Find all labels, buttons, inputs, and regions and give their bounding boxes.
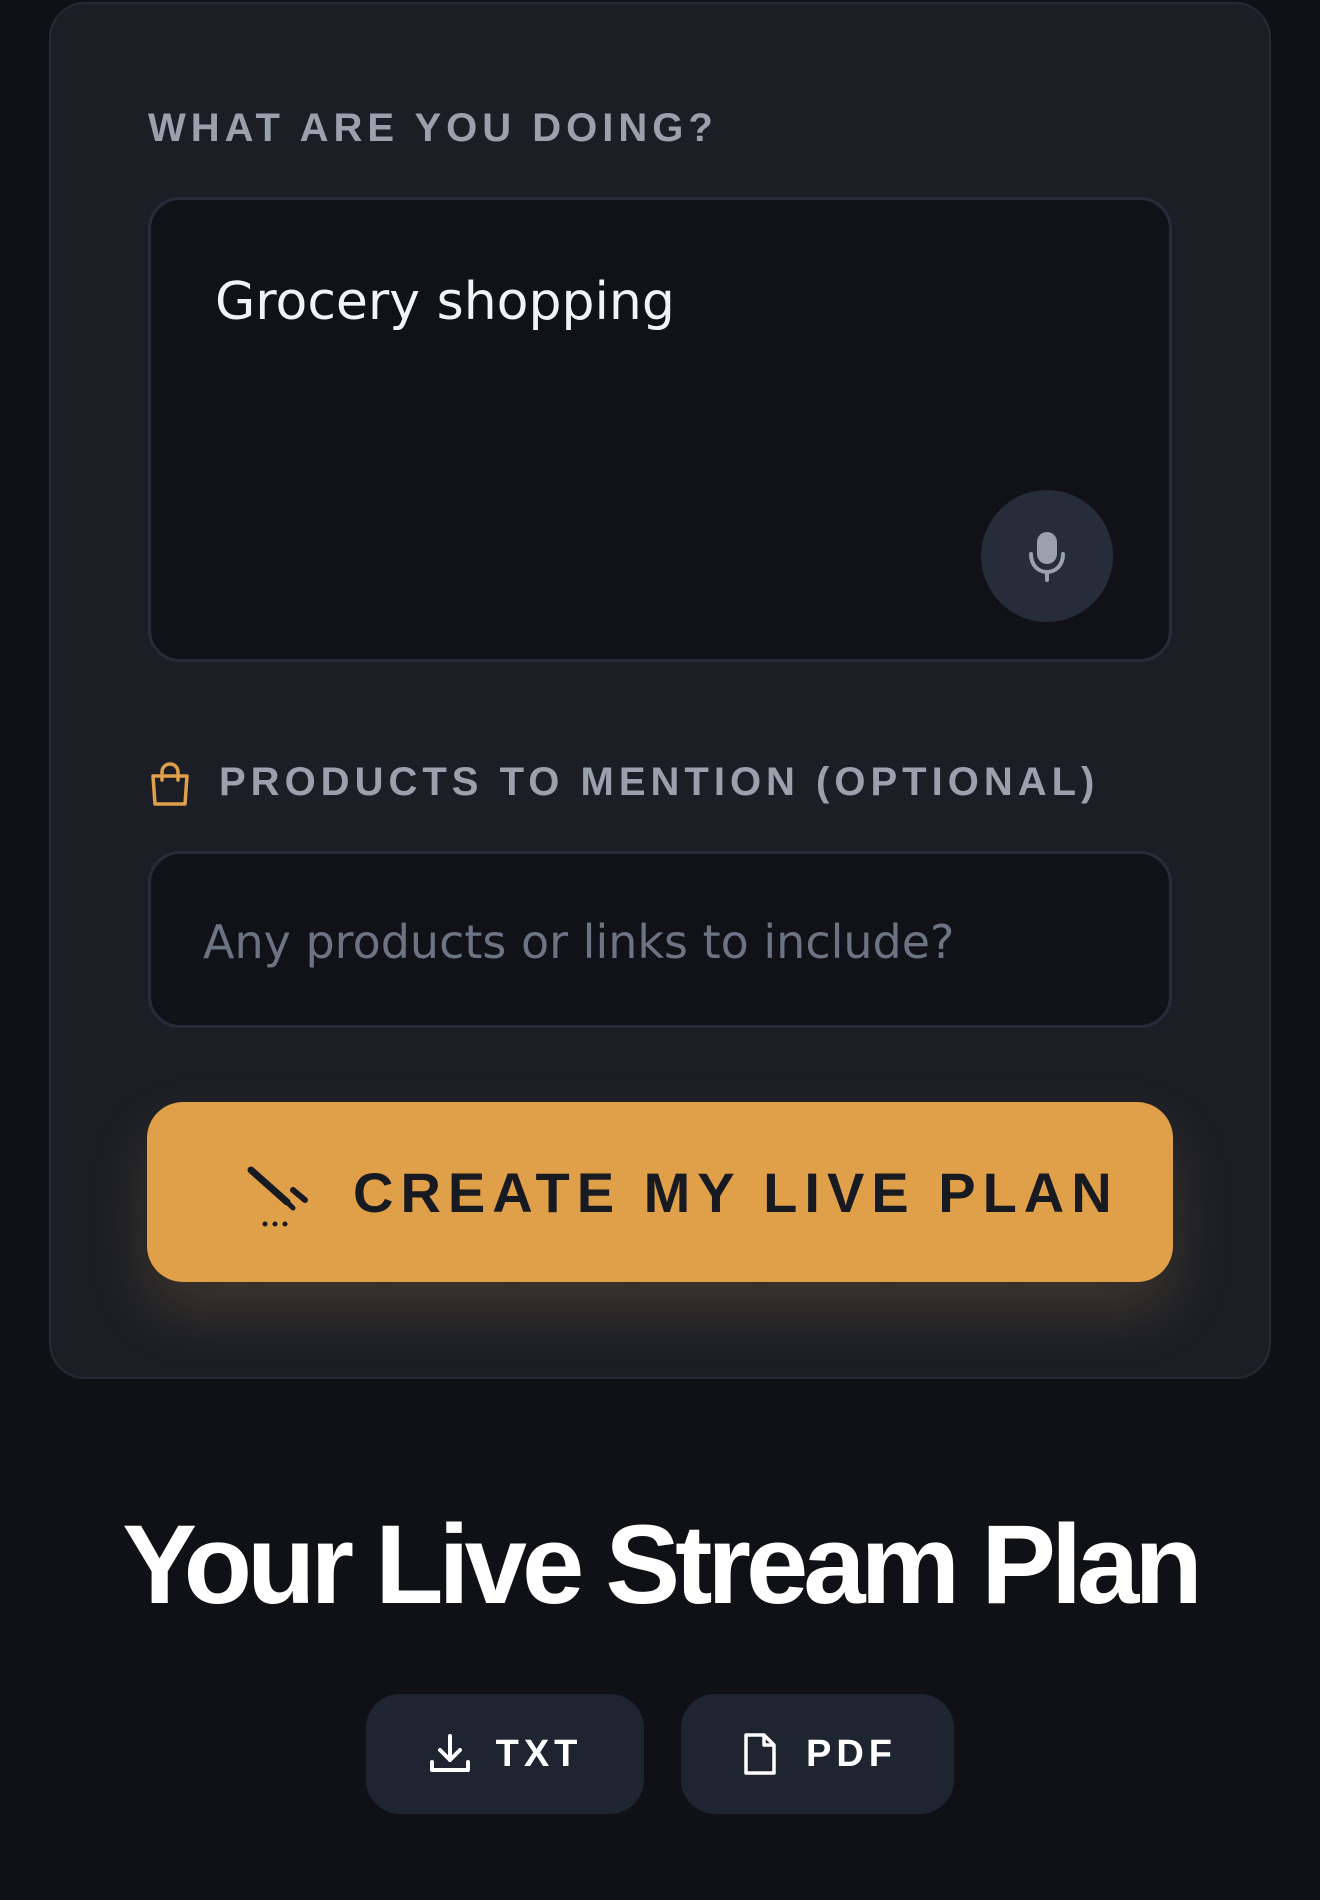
export-pdf-label: PDF [806, 1732, 897, 1775]
products-input-placeholder[interactable]: Any products or links to include? [203, 915, 954, 969]
export-txt-button[interactable]: TXT [366, 1694, 644, 1814]
create-live-plan-button[interactable]: CREATE MY LIVE PLAN [147, 1102, 1173, 1282]
create-live-plan-label: CREATE MY LIVE PLAN [353, 1161, 1119, 1224]
export-pdf-button[interactable]: PDF [681, 1694, 954, 1814]
activity-textarea-value[interactable]: Grocery shopping [215, 272, 675, 332]
voice-input-button[interactable] [981, 490, 1113, 622]
activity-textarea[interactable]: Grocery shopping [148, 197, 1172, 662]
file-icon [744, 1733, 776, 1775]
magic-wand-icon [247, 1166, 308, 1227]
page-title: Your Live Stream Plan [122, 1502, 1203, 1627]
microphone-icon [1029, 532, 1065, 582]
export-txt-label: TXT [495, 1732, 583, 1775]
shopping-bag-icon [151, 762, 189, 806]
download-icon [429, 1734, 470, 1772]
products-input[interactable]: Any products or links to include? [148, 851, 1172, 1028]
products-label: PRODUCTS TO MENTION (OPTIONAL) [219, 760, 1100, 804]
activity-label: WHAT ARE YOU DOING? [148, 106, 718, 150]
